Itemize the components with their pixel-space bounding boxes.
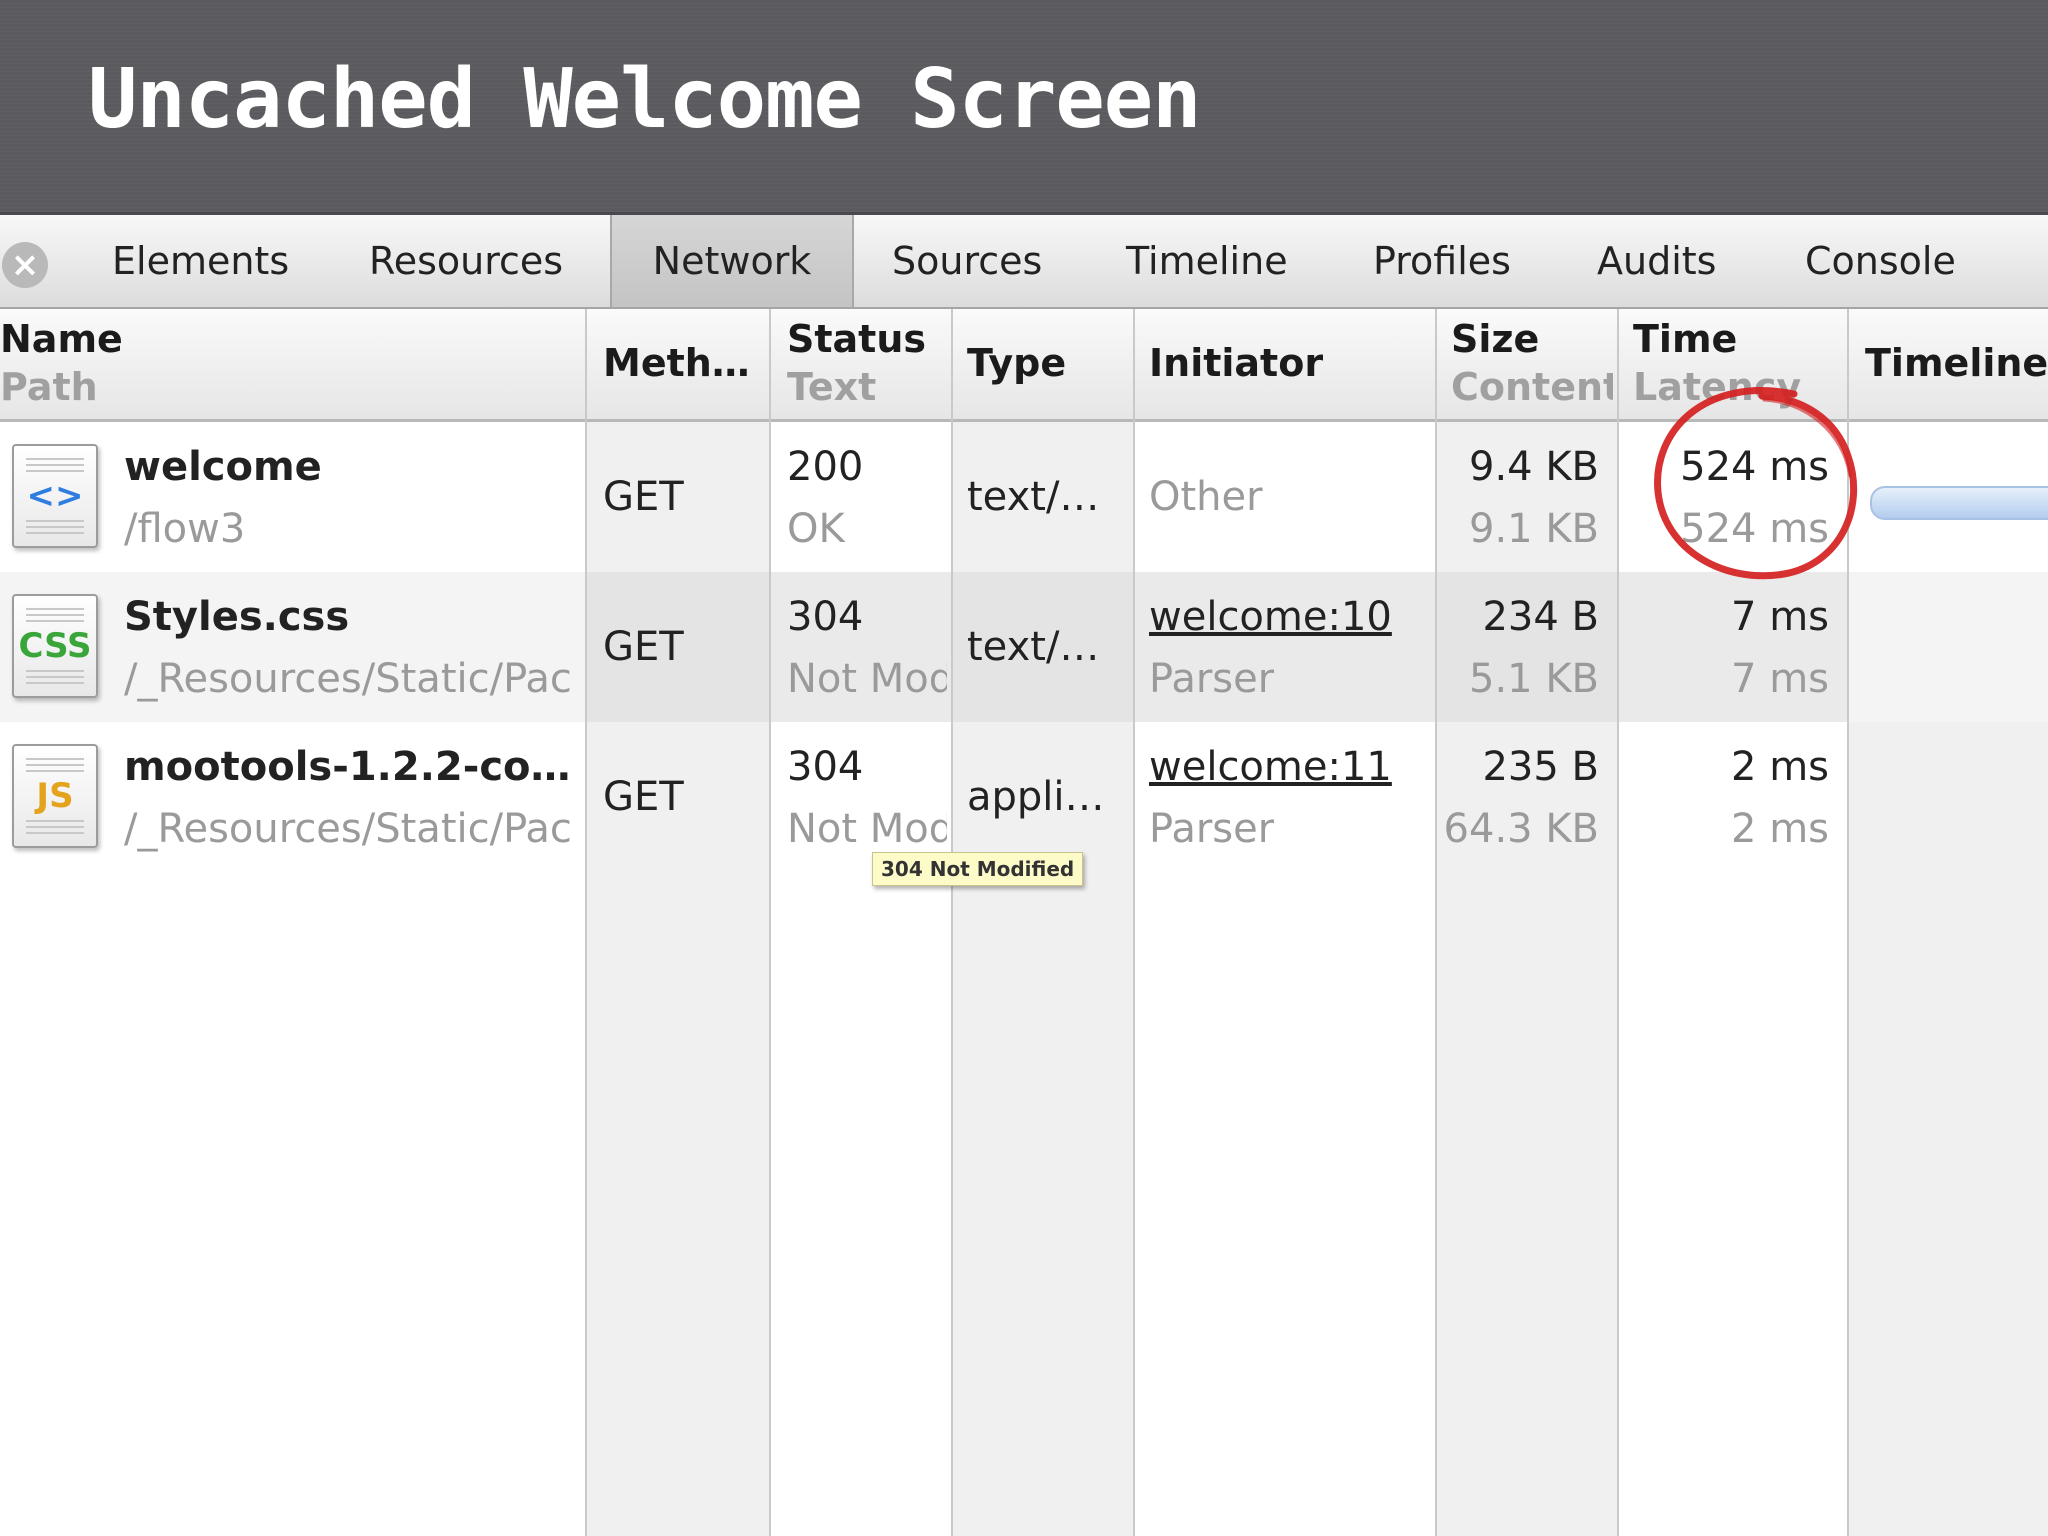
cell-method: GET <box>603 774 684 820</box>
devtools-toolbar: × Elements Resources Network Sources Tim… <box>0 215 2048 309</box>
column-divider[interactable] <box>1617 309 1619 1536</box>
request-name: Styles.css <box>124 594 350 640</box>
slide-title: Uncached Welcome Screen <box>88 52 1201 147</box>
column-header-size[interactable]: Size Content <box>1437 309 1617 419</box>
request-name: welcome <box>124 444 322 490</box>
column-header-status[interactable]: Status Text <box>771 309 951 419</box>
cell-size: 235 B 64.3 KB <box>1443 744 1599 852</box>
cell-size: 9.4 KB 9.1 KB <box>1469 444 1599 552</box>
empty-area <box>0 872 585 1536</box>
request-path: /flow3 <box>124 506 246 552</box>
column-header-timeline[interactable]: Timeline <box>1849 309 2048 419</box>
column-divider[interactable] <box>769 309 771 1536</box>
cell-size: 234 B 5.1 KB <box>1437 572 1617 722</box>
column-header-name[interactable]: Name Path <box>0 309 585 419</box>
js-file-icon: JS <box>12 744 98 848</box>
table-row[interactable]: JS mootools-1.2.2-co… /_Resources/Static… <box>0 722 2048 872</box>
cell-type: text/… <box>953 572 1133 722</box>
column-divider[interactable] <box>585 309 587 1536</box>
tab-network[interactable]: Network <box>610 215 854 307</box>
cell-timeline <box>1849 722 2048 872</box>
request-path: /_Resources/Static/Packages <box>124 656 574 702</box>
tab-timeline[interactable]: Timeline <box>1126 215 1288 307</box>
column-header-method[interactable]: Meth… <box>587 309 769 419</box>
tab-profiles[interactable]: Profiles <box>1373 215 1511 307</box>
cell-status: 200 OK <box>771 422 951 572</box>
initiator-link[interactable]: welcome:11 <box>1149 744 1392 790</box>
cell-name: <> welcome /flow3 <box>0 422 585 572</box>
initiator-link[interactable]: welcome:10 <box>1149 594 1392 640</box>
cell-timeline <box>1849 572 2048 722</box>
cell-method: GET <box>603 474 684 520</box>
cell-type: text/… <box>967 474 1100 520</box>
slide-header: Uncached Welcome Screen <box>0 0 2048 215</box>
close-icon[interactable]: × <box>2 242 48 288</box>
cell-initiator: Other <box>1135 422 1435 572</box>
network-request-table: <> welcome /flow3 GET 200 OK text/… Othe… <box>0 422 2048 1536</box>
tab-resources[interactable]: Resources <box>369 215 563 307</box>
tab-sources[interactable]: Sources <box>892 215 1042 307</box>
cell-method: GET <box>587 572 769 722</box>
cell-name: JS mootools-1.2.2-co… /_Resources/Static… <box>0 722 585 872</box>
timeline-waterfall-bar[interactable] <box>1870 486 2048 520</box>
column-divider[interactable] <box>1435 309 1437 1536</box>
cell-time: 2 ms 2 ms <box>1731 744 1829 852</box>
cell-status: 304 Not Modified <box>771 572 951 722</box>
tab-audits[interactable]: Audits <box>1597 215 1716 307</box>
tab-elements[interactable]: Elements <box>112 215 289 307</box>
cell-initiator: welcome:11 Parser <box>1149 744 1392 852</box>
request-path: /_Resources/Static/Packages <box>124 806 574 852</box>
column-divider[interactable] <box>951 309 953 1536</box>
cell-type: appli… <box>967 774 1105 820</box>
cell-status: 304 Not Modified <box>787 744 947 852</box>
cell-name: CSS Styles.css /_Resources/Static/Packag… <box>0 572 585 722</box>
highlight-circle-annotation <box>1654 387 1858 580</box>
cell-initiator: welcome:10 Parser <box>1135 572 1435 722</box>
column-header-initiator[interactable]: Initiator <box>1135 309 1435 419</box>
column-divider[interactable] <box>1133 309 1135 1536</box>
request-name: mootools-1.2.2-co… <box>124 744 571 790</box>
css-file-icon: CSS <box>12 594 98 698</box>
tab-console[interactable]: Console <box>1805 215 1956 307</box>
column-header-type[interactable]: Type <box>953 309 1133 419</box>
cell-time: 7 ms 7 ms <box>1619 572 1847 722</box>
html-file-icon: <> <box>12 444 98 548</box>
table-row[interactable]: CSS Styles.css /_Resources/Static/Packag… <box>0 572 2048 722</box>
status-tooltip: 304 Not Modified <box>872 852 1084 886</box>
